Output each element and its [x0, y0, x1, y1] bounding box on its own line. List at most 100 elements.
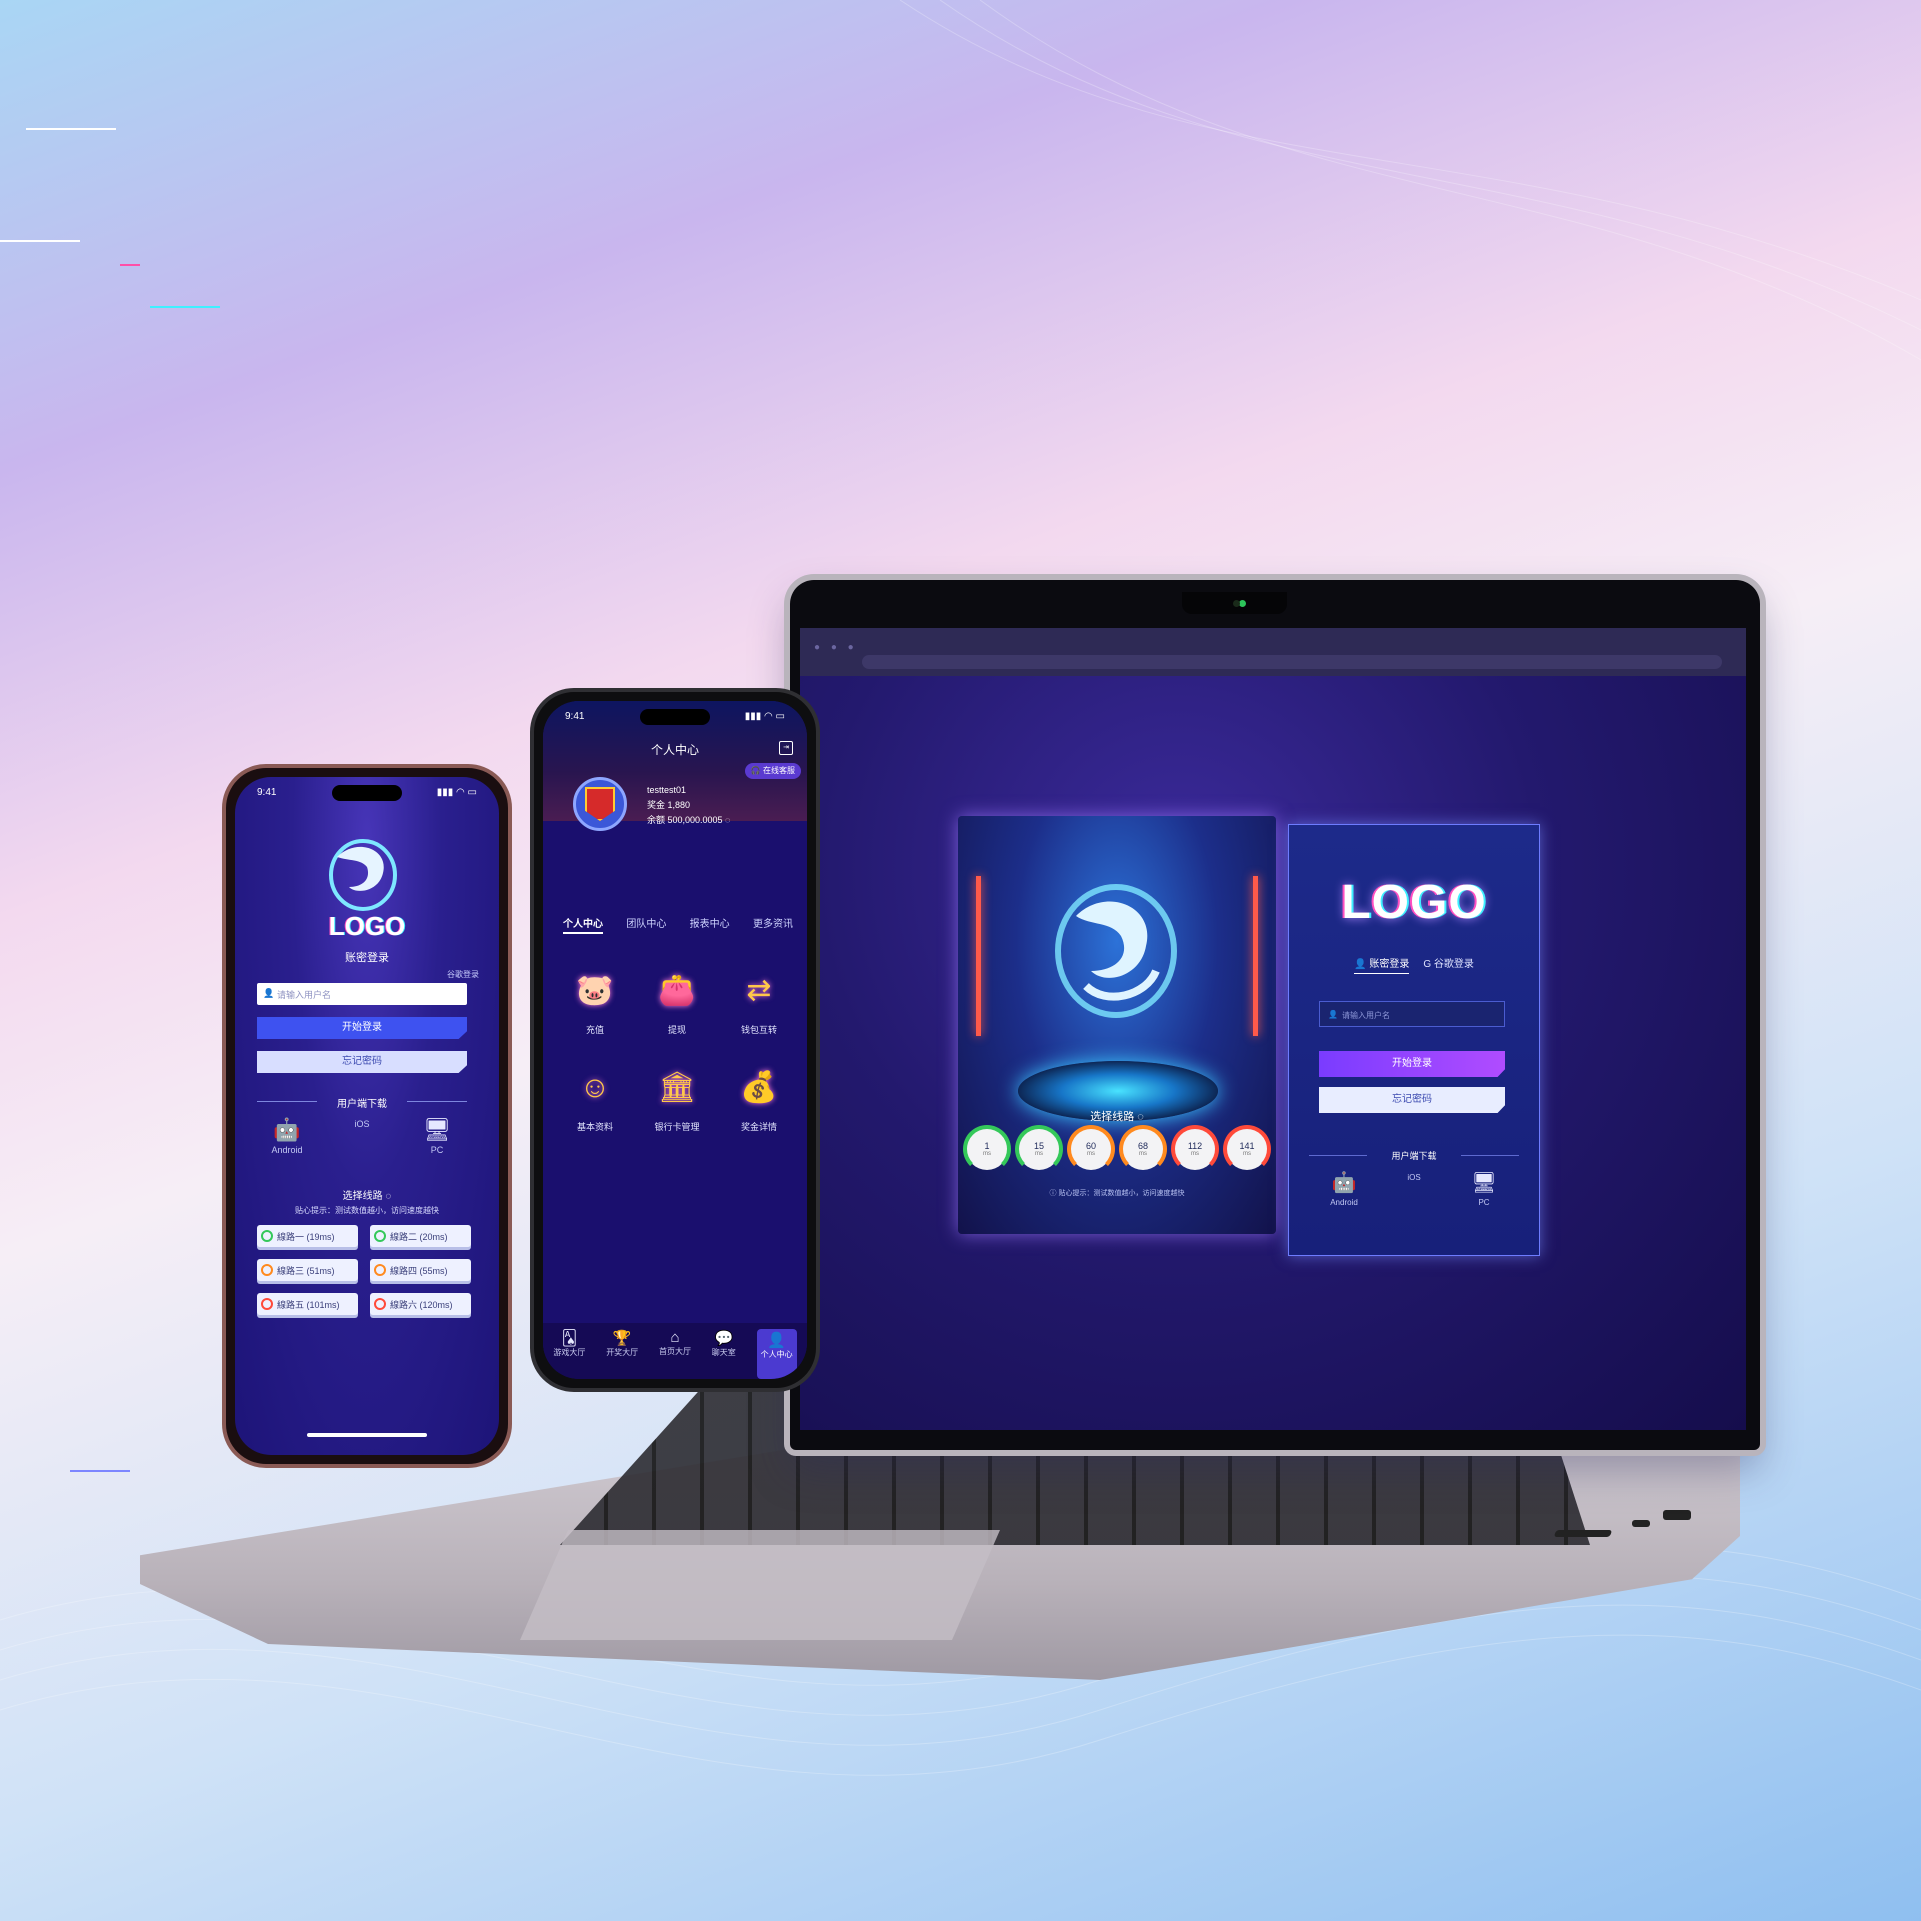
speed-gauge-icon [374, 1264, 386, 1276]
phone-login: 9:41 ▮▮▮ ◠ ▭ LOGO 账密登录 谷歌登录 👤 请输入用户名 开始登… [222, 764, 512, 1468]
speed-gauge-icon [261, 1298, 273, 1310]
route-panel: 选择线路 ◌ 1 ms 15 ms 60 ms 68 ms 112 ms 141 ms ⓘ 贴心提示：… [958, 816, 1276, 1234]
avatar[interactable] [573, 777, 627, 831]
nav-label: 聊天室 [711, 1348, 736, 1357]
android-icon: 🤖 [1331, 1172, 1357, 1194]
download-pc[interactable]: 🖥 PC [407, 1117, 467, 1155]
download-pc[interactable]: 🖥 PC [1459, 1170, 1509, 1207]
tab-google-login[interactable]: G 谷歌登录 [1423, 955, 1474, 974]
window-controls[interactable]: ● ● ● [814, 642, 858, 653]
feature-item[interactable]: 💰 奖金详情 [721, 1062, 797, 1133]
tab-0[interactable]: 个人中心 [563, 915, 603, 934]
download-options: 🤖 Android iOS 🖥 PC [257, 1117, 467, 1155]
phone-personal-center-screen: 9:41 ▮▮▮ ◠ ▭ 个人中心 ⇥ 🎧 在线客服 testtest01 奖金… [543, 701, 807, 1379]
address-bar[interactable] [862, 655, 1722, 669]
route-option[interactable]: 線路一 (19ms) [257, 1225, 358, 1247]
tab-3[interactable]: 更多资讯 [753, 915, 793, 934]
gauge-value: 112 [1187, 1140, 1203, 1151]
speed-hint: ⓘ 贴心提示：测试数值越小，访问速度越快 [1049, 1190, 1185, 1197]
nav-item[interactable]: 👤 个人中心 [756, 1329, 797, 1379]
online-service-button[interactable]: 🎧 在线客服 [744, 763, 801, 779]
latency-gauge[interactable]: 60 ms [1067, 1125, 1115, 1173]
feature-label: 提现 [667, 1025, 686, 1035]
route-label: 線路二 (20ms) [390, 1231, 448, 1242]
download-title: 用户端下载 [257, 1095, 467, 1110]
home-icon: ⌂ [670, 1329, 680, 1346]
download-android[interactable]: 🤖 Android [1319, 1170, 1369, 1207]
nav-item[interactable]: 🏆 开奖大厅 [606, 1329, 638, 1379]
nav-label: 游戏大厅 [553, 1348, 586, 1357]
latency-gauge[interactable]: 15 ms [1015, 1125, 1063, 1173]
latency-gauge[interactable]: 68 ms [1119, 1125, 1167, 1173]
latency-gauge[interactable]: 1 ms [963, 1125, 1011, 1173]
route-label: 線路四 (55ms) [390, 1265, 448, 1276]
dynamic-island [332, 785, 402, 801]
latency-gauge[interactable]: 112 ms [1171, 1125, 1219, 1173]
route-option[interactable]: 線路五 (101ms) [257, 1293, 358, 1315]
status-time: 9:41 [565, 711, 585, 722]
route-option[interactable]: 線路三 (51ms) [257, 1259, 358, 1281]
browser-toolbar: ● ● ● [800, 628, 1746, 676]
login-button[interactable]: 开始登录 [1319, 1051, 1505, 1077]
money-bag-icon: 💰 [740, 1071, 778, 1104]
download-ios[interactable]: iOS [332, 1117, 392, 1155]
gauge-unit: ms [1191, 1150, 1199, 1157]
phone-personal-center: 9:41 ▮▮▮ ◠ ▭ 个人中心 ⇥ 🎧 在线客服 testtest01 奖金… [530, 688, 820, 1392]
username-input[interactable]: 👤 请输入用户名 [257, 983, 467, 1005]
route-option[interactable]: 線路六 (120ms) [370, 1293, 471, 1315]
chat-icon: 💬 [714, 1330, 734, 1347]
page-title: 个人中心 [650, 743, 699, 757]
login-button[interactable]: 开始登录 [257, 1017, 467, 1039]
download-android[interactable]: 🤖 Android [257, 1117, 317, 1155]
download-ios[interactable]: iOS [1389, 1170, 1439, 1207]
latency-gauge[interactable]: 141 ms [1223, 1125, 1271, 1173]
google-icon: G [1423, 959, 1432, 970]
glitch-line [70, 1470, 130, 1472]
download-label: Android [1330, 1198, 1358, 1207]
feature-item[interactable]: 🏛 银行卡管理 [639, 1062, 715, 1133]
forgot-password-button[interactable]: 忘记密码 [1319, 1087, 1505, 1113]
feature-item[interactable]: 👛 提现 [639, 965, 715, 1036]
transfer-icon: ⇄ [746, 974, 772, 1007]
laptop-trackpad [520, 1530, 1000, 1640]
bonus: 奖金 1,880 [647, 800, 691, 810]
username-input[interactable]: 👤 请输入用户名 [1319, 1001, 1505, 1027]
hdmi-port [1663, 1510, 1691, 1520]
download-label: iOS [354, 1119, 370, 1129]
gauge-unit: ms [1243, 1150, 1251, 1157]
forgot-password-button[interactable]: 忘记密码 [257, 1051, 467, 1073]
neon-pillar [1253, 876, 1258, 1036]
account-login-title: 账密登录 [345, 952, 389, 964]
username: testtest01 [647, 785, 687, 795]
route-label: 線路五 (101ms) [277, 1299, 340, 1310]
nav-item[interactable]: 💬 聊天室 [712, 1329, 736, 1379]
feature-item[interactable]: ⇄ 钱包互转 [721, 965, 797, 1036]
tab-account-login[interactable]: 👤 账密登录 [1354, 955, 1410, 974]
download-title: 用户端下载 [1309, 1149, 1519, 1162]
tab-1[interactable]: 团队中心 [626, 915, 666, 934]
tab-2[interactable]: 报表中心 [690, 915, 730, 934]
dragon-emblem-icon [1055, 884, 1177, 1018]
feature-item[interactable]: ☺ 基本资料 [557, 1062, 633, 1133]
route-title: 选择线路 ◌ [342, 1191, 392, 1202]
speed-gauge-icon [374, 1298, 386, 1310]
route-option[interactable]: 線路四 (55ms) [370, 1259, 471, 1281]
feature-item[interactable]: 🐷 充值 [557, 965, 633, 1036]
google-login-link[interactable]: 谷歌登录 [447, 969, 479, 980]
user-icon: 👤 [767, 1332, 786, 1349]
nav-item[interactable]: ⌂ 首页大厅 [659, 1329, 691, 1379]
speed-gauge-icon [261, 1230, 273, 1242]
gauge-value: 15 [1033, 1140, 1044, 1151]
route-option[interactable]: 線路二 (20ms) [370, 1225, 471, 1247]
logout-icon[interactable]: ⇥ [779, 741, 793, 755]
laptop-screen: ● ● ● 选择线路 ◌ 1 ms 15 ms 60 ms 68 ms 112 ms 141 ms ⓘ… [800, 628, 1746, 1430]
gauge-value: 1 [984, 1140, 990, 1151]
download-options: 🤖 Android iOS 🖥 PC [1319, 1170, 1509, 1207]
gauge-unit: ms [1035, 1150, 1043, 1157]
gauge-value: 60 [1085, 1140, 1096, 1151]
nav-item[interactable]: 🂡 游戏大厅 [553, 1329, 585, 1379]
route-label: 線路六 (120ms) [390, 1299, 453, 1310]
android-icon: 🤖 [273, 1117, 301, 1142]
gauge-unit: ms [983, 1150, 991, 1157]
download-label: Android [271, 1145, 303, 1155]
